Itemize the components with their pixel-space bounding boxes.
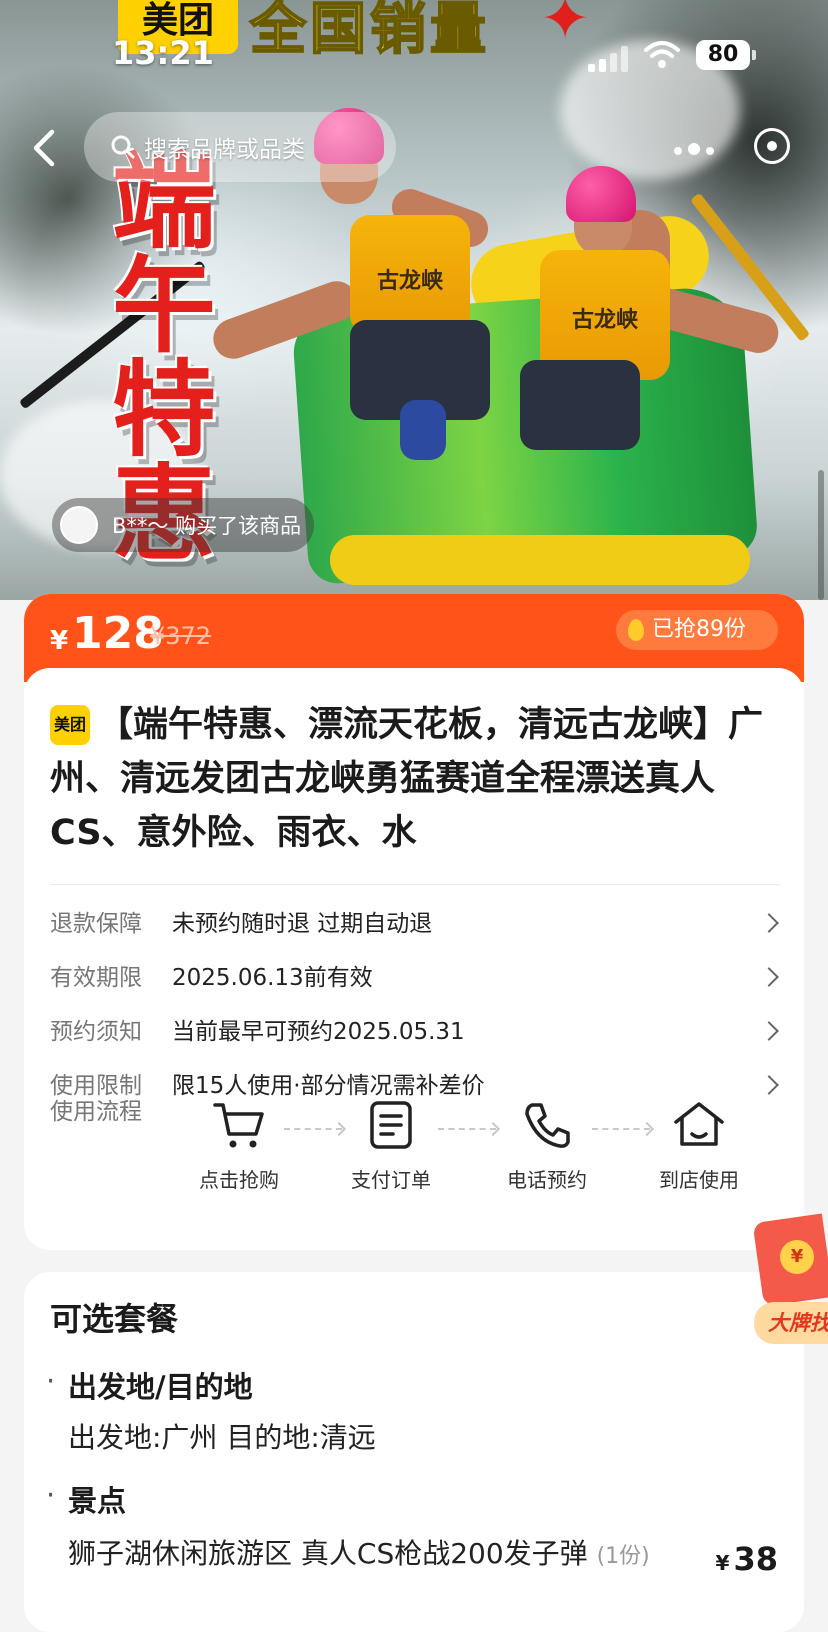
divider <box>50 884 780 885</box>
package-item[interactable]: 狮子湖休闲旅游区 真人CS枪战200发子弹 (1份) <box>68 1534 668 1577</box>
info-value: 2025.06.13前有效 <box>172 965 373 991</box>
chevron-right-icon <box>759 1021 779 1041</box>
flow-arrow <box>592 1128 650 1130</box>
search-bar[interactable]: 搜索品牌或品类 <box>84 112 396 182</box>
red-packet-float[interactable]: ¥ 大牌找 <box>752 1213 828 1348</box>
flow-step-visit: 到店使用 <box>644 1100 754 1193</box>
package-item-qty: (1份) <box>596 1544 650 1569</box>
phone-icon <box>525 1103 570 1148</box>
status-time: 13:21 <box>112 34 214 72</box>
original-price: ¥372 <box>150 622 212 650</box>
section-title: 出发地/目的地 <box>46 1364 253 1406</box>
price-bar: ¥ 128 ¥372 已抢89份 <box>24 594 804 696</box>
raft-tube <box>330 535 750 585</box>
info-row-validity[interactable]: 有效期限 2025.06.13前有效 <box>50 958 780 998</box>
package-price-value: 38 <box>733 1540 778 1578</box>
product-title-text: 【端午特惠、漂流天花板，清远古龙峡】广州、清远发团古龙峡勇猛赛道全程漂送真人CS… <box>50 705 764 853</box>
close-capsule-icon[interactable] <box>754 128 790 164</box>
product-info-card: ¥ 128 ¥372 已抢89份 美团 【端午特惠、漂流天花板，清远古龙峡】广州、… <box>24 594 804 1250</box>
cellular-signal-icon <box>588 46 630 72</box>
flow-step-label: 支付订单 <box>351 1168 431 1192</box>
search-icon <box>111 135 135 159</box>
flow-step-pay: 支付订单 <box>336 1100 446 1193</box>
search-placeholder: 搜索品牌或品类 <box>144 137 305 163</box>
info-label: 预约须知 <box>50 1019 142 1045</box>
price-currency: ¥ <box>50 626 69 656</box>
chevron-right-icon <box>759 967 779 987</box>
flow-step-buy: 点击抢购 <box>184 1100 294 1193</box>
chevron-right-icon <box>759 1075 779 1095</box>
recent-buyer-notice: B**～ 购买了该商品 <box>52 498 314 552</box>
info-row-refund[interactable]: 退款保障 未预约随时退 过期自动退 <box>50 904 780 944</box>
price-currency: ¥ <box>715 1551 730 1575</box>
avatar <box>60 506 98 544</box>
flow-step-call: 电话预约 <box>492 1100 602 1193</box>
cart-icon <box>213 1103 264 1148</box>
package-heading: 可选套餐 <box>50 1300 179 1338</box>
wifi-icon <box>644 40 680 74</box>
info-value: 未预约随时退 过期自动退 <box>172 911 433 937</box>
flame-icon <box>628 619 644 641</box>
package-options-card: 可选套餐 出发地/目的地 出发地:广州 目的地:清远 景点 狮子湖休闲旅游区 真… <box>24 1272 804 1632</box>
usage-flow-label: 使用流程 <box>50 1099 142 1125</box>
flow-arrow <box>284 1128 342 1130</box>
home-icon <box>674 1102 724 1146</box>
chevron-right-icon <box>759 913 779 933</box>
flow-step-label: 电话预约 <box>507 1168 587 1192</box>
package-item-price: ¥38 <box>716 1540 778 1578</box>
more-icon[interactable] <box>674 140 720 159</box>
vest-label: 古龙峡 <box>571 307 638 333</box>
sold-count-text: 已抢89份 <box>652 617 746 642</box>
sold-count-badge: 已抢89份 <box>616 610 778 650</box>
coin-icon: ¥ <box>780 1240 814 1274</box>
hero-image[interactable]: 古龙峡 古龙峡 美团 全国销量 ✦ 端午特惠 13:21 80 搜索品牌或品类 <box>0 0 828 600</box>
battery-indicator: 80 <box>696 40 756 70</box>
flow-step-label: 点击抢购 <box>199 1168 279 1192</box>
section-title: 景点 <box>46 1478 126 1520</box>
scrollbar[interactable] <box>818 470 824 600</box>
package-item-name: 狮子湖休闲旅游区 真人CS枪战200发子弹 <box>68 1537 588 1570</box>
recent-buyer-text: B**～ 购买了该商品 <box>112 514 302 538</box>
flow-arrow <box>438 1128 496 1130</box>
document-icon <box>370 1101 412 1149</box>
back-button[interactable] <box>20 122 72 174</box>
info-row-booking[interactable]: 预约须知 当前最早可预约2025.05.31 <box>50 1012 780 1052</box>
miniprogram-capsule <box>656 112 816 182</box>
red-packet-label: 大牌找 <box>754 1302 828 1344</box>
chevron-left-icon <box>33 129 55 167</box>
product-title: 美团 【端午特惠、漂流天花板，清远古龙峡】广州、清远发团古龙峡勇猛赛道全程漂送真人… <box>50 698 780 860</box>
flow-step-label: 到店使用 <box>659 1168 739 1192</box>
meituan-badge: 美团 <box>50 705 90 745</box>
info-label: 有效期限 <box>50 965 142 991</box>
section-body: 出发地:广州 目的地:清远 <box>68 1421 376 1454</box>
info-value: 当前最早可预约2025.05.31 <box>172 1019 465 1045</box>
status-bar: 13:21 80 <box>0 0 828 100</box>
vest-label: 古龙峡 <box>376 268 443 294</box>
info-label: 退款保障 <box>50 911 142 937</box>
